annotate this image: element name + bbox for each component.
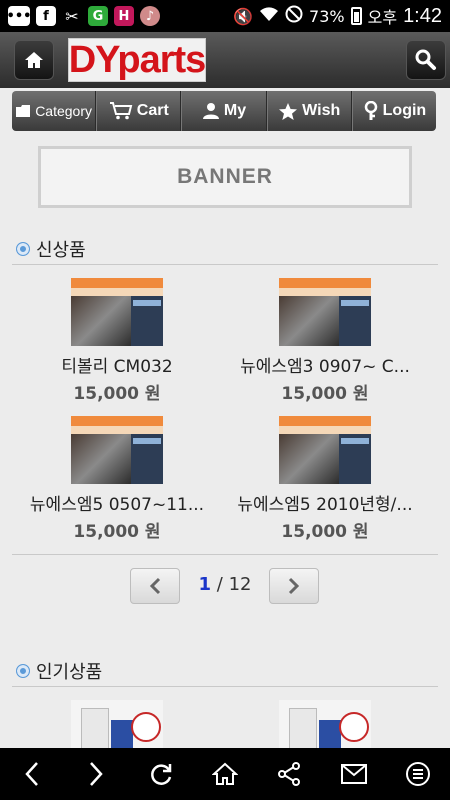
do-not-disturb-icon: [285, 5, 303, 27]
page-separator: /: [211, 574, 229, 595]
product-card[interactable]: 뉴에스엠5 2010년형/... 15,000 원: [220, 416, 430, 542]
home-button[interactable]: [14, 40, 54, 80]
new-products-header: 신상품: [16, 236, 86, 262]
user-icon: [202, 103, 219, 119]
product-price: 15,000 원: [73, 522, 161, 542]
cart-icon: [109, 102, 133, 120]
section-title: 인기상품: [36, 662, 103, 683]
battery-icon: [350, 7, 362, 25]
divider: [12, 686, 438, 687]
scissors-icon: ✂: [65, 6, 79, 26]
section-bullet-icon: [16, 242, 30, 256]
section-title: 신상품: [36, 240, 86, 261]
mail-icon: [340, 764, 367, 784]
main-nav: Category Cart My Wish Login: [12, 91, 436, 131]
facebook-icon: f: [36, 6, 56, 26]
chat-notification-icon: •••: [7, 6, 31, 26]
chevron-right-icon: [288, 577, 300, 595]
product-card[interactable]: 티볼리 CM032 15,000 원: [12, 278, 222, 404]
divider: [12, 554, 438, 555]
search-button[interactable]: [406, 40, 446, 80]
product-name[interactable]: 뉴에스엠3 0907~ C...: [220, 352, 430, 377]
folder-icon: [16, 105, 31, 117]
refresh-button[interactable]: [141, 754, 181, 794]
forward-button[interactable]: [76, 754, 116, 794]
product-thumbnail[interactable]: [279, 416, 371, 484]
status-bar: ••• f ✂ G H ♪ 🔇 73% 오후 1:42: [0, 0, 450, 32]
product-name[interactable]: 뉴에스엠5 2010년형/...: [220, 490, 430, 515]
product-name[interactable]: 티볼리 CM032: [12, 352, 222, 377]
pagination: 1 / 12: [0, 568, 450, 606]
key-icon: [364, 101, 377, 120]
nav-login-label: Login: [382, 102, 427, 119]
clock: 1:42: [403, 4, 442, 27]
total-pages: 12: [228, 574, 252, 595]
popular-products-header: 인기상품: [16, 658, 102, 684]
browser-toolbar: [0, 748, 450, 800]
nav-wish-label: Wish: [302, 102, 341, 119]
home-outline-icon: [211, 762, 238, 785]
menu-button[interactable]: [398, 754, 438, 794]
promo-banner[interactable]: BANNER: [38, 146, 412, 208]
mail-button[interactable]: [334, 754, 374, 794]
music-app-icon: ♪: [140, 6, 160, 26]
next-page-button[interactable]: [269, 568, 319, 604]
app-header: DYparts: [0, 32, 450, 88]
refresh-icon: [150, 764, 171, 785]
current-page: 1: [198, 574, 212, 595]
nav-my[interactable]: My: [181, 91, 267, 131]
mute-icon: 🔇: [233, 6, 254, 26]
product-thumbnail[interactable]: [71, 278, 163, 346]
nav-login[interactable]: Login: [351, 91, 436, 131]
battery-percent: 73%: [309, 6, 345, 26]
product-price: 15,000 원: [281, 522, 369, 542]
nav-cart-label: Cart: [136, 102, 169, 119]
section-bullet-icon: [16, 664, 30, 678]
star-icon: [279, 102, 298, 120]
product-thumbnail[interactable]: [279, 278, 371, 346]
share-icon: [278, 762, 301, 786]
back-icon: [25, 762, 39, 786]
nav-wish[interactable]: Wish: [266, 91, 352, 131]
forward-icon: [90, 762, 104, 786]
menu-icon: [405, 762, 430, 786]
nav-category-label: Category: [35, 103, 92, 119]
product-price: 15,000 원: [281, 384, 369, 404]
browser-home-button[interactable]: [205, 754, 245, 794]
g-app-icon: G: [88, 6, 108, 26]
h-app-icon: H: [114, 6, 134, 26]
product-name[interactable]: 뉴에스엠5 0507~11...: [12, 490, 222, 515]
prev-page-button[interactable]: [130, 568, 180, 604]
time-ampm: 오후: [367, 8, 398, 27]
divider: [12, 264, 438, 265]
nav-my-label: My: [223, 102, 247, 119]
home-icon: [25, 52, 43, 68]
share-button[interactable]: [269, 754, 309, 794]
product-thumbnail[interactable]: [71, 416, 163, 484]
search-icon: [415, 49, 436, 70]
product-price: 15,000 원: [73, 384, 161, 404]
back-button[interactable]: [12, 754, 52, 794]
nav-cart[interactable]: Cart: [96, 91, 182, 131]
page-indicator: 1 / 12: [180, 574, 270, 595]
nav-category[interactable]: Category: [12, 91, 97, 131]
chevron-left-icon: [149, 577, 161, 595]
site-logo[interactable]: DYparts: [68, 38, 206, 82]
product-card[interactable]: 뉴에스엠5 0507~11... 15,000 원: [12, 416, 222, 542]
wifi-icon: [259, 6, 279, 26]
product-card[interactable]: 뉴에스엠3 0907~ C... 15,000 원: [220, 278, 430, 404]
